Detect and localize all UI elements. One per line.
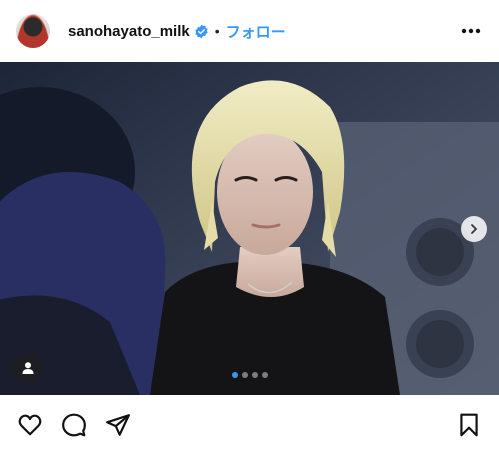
username[interactable]: sanohayato_milk — [68, 23, 190, 40]
carousel-next-button[interactable] — [461, 216, 487, 242]
follow-button[interactable]: フォロー — [226, 21, 286, 42]
carousel-dot — [231, 372, 238, 378]
verified-icon — [195, 24, 208, 38]
post-photo — [0, 62, 499, 395]
bookmark-icon — [460, 413, 478, 437]
post-actions — [0, 395, 499, 455]
share-button[interactable] — [104, 411, 132, 439]
comment-icon — [62, 413, 86, 437]
separator-dot: • — [214, 23, 220, 39]
save-button[interactable] — [455, 411, 483, 439]
chevron-right-icon — [471, 224, 477, 234]
comment-button[interactable] — [60, 411, 88, 439]
like-button[interactable] — [16, 411, 44, 439]
more-options-icon[interactable] — [459, 19, 483, 43]
post-media[interactable] — [0, 62, 499, 395]
paper-plane-icon — [106, 414, 130, 436]
user-tag-button[interactable] — [13, 353, 43, 383]
post-header: sanohayato_milk • フォロー — [0, 0, 499, 62]
carousel-dot — [251, 372, 258, 378]
heart-icon — [18, 414, 42, 436]
carousel-dot — [261, 372, 268, 378]
carousel-dot — [241, 372, 248, 378]
avatar[interactable] — [16, 14, 50, 48]
carousel-indicator — [0, 372, 499, 378]
